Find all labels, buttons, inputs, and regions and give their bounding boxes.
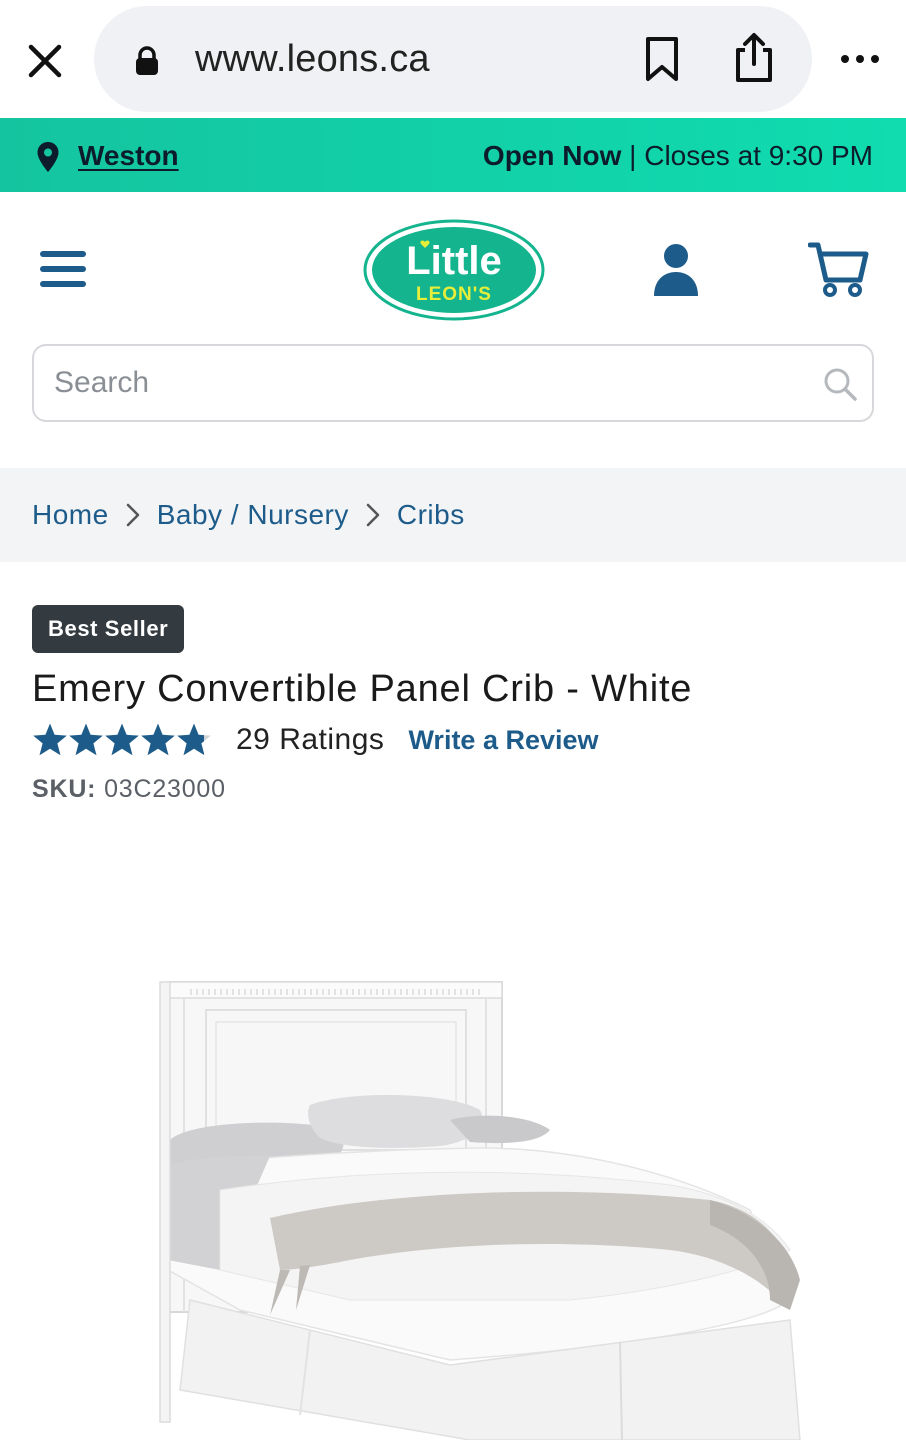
store-info-bar: Weston Open Now | Closes at 9:30 PM — [0, 118, 906, 192]
star-icon — [33, 723, 67, 756]
search-box[interactable] — [32, 344, 874, 422]
store-hours: Open Now | Closes at 9:30 PM — [483, 140, 873, 172]
breadcrumb-baby-nursery[interactable]: Baby / Nursery — [157, 499, 349, 531]
logo-wordmark: Little — [406, 239, 502, 283]
breadcrumb-cribs[interactable]: Cribs — [397, 499, 465, 531]
store-location-link[interactable]: Weston — [78, 140, 179, 172]
sku-value: 03C23000 — [104, 775, 226, 803]
bookmark-icon[interactable] — [642, 36, 682, 82]
sku-label: SKU: — [32, 775, 97, 803]
chevron-right-icon — [126, 503, 139, 527]
star-partial-icon — [177, 723, 211, 756]
search-input[interactable] — [54, 356, 814, 410]
open-status: Open Now — [482, 140, 622, 171]
rating-row: 29 Ratings Write a Review — [32, 720, 599, 760]
menu-icon[interactable] — [38, 248, 88, 290]
ratings-count[interactable]: 29 Ratings — [236, 723, 384, 757]
closing-time: Closes at 9:30 PM — [644, 140, 873, 171]
product-title: Emery Convertible Panel Crib - White — [32, 668, 693, 710]
browser-toolbar: www.leons.ca — [0, 0, 906, 118]
url-text[interactable]: www.leons.ca — [195, 38, 430, 81]
location-pin-icon — [37, 142, 59, 172]
breadcrumb-home[interactable]: Home — [32, 499, 109, 531]
sku: SKU: 03C23000 — [32, 775, 226, 804]
star-icon — [105, 723, 139, 756]
lock-icon — [136, 46, 158, 75]
logo-subtitle: LEON'S — [416, 284, 492, 305]
breadcrumb: Home Baby / Nursery Cribs — [0, 468, 906, 562]
search-icon[interactable] — [822, 366, 858, 402]
best-seller-badge: Best Seller — [32, 605, 185, 653]
write-review-link[interactable]: Write a Review — [408, 725, 598, 756]
share-icon[interactable] — [732, 32, 776, 84]
little-leons-logo[interactable]: Little LEON'S — [362, 218, 546, 322]
chevron-right-icon — [366, 503, 380, 527]
product-image[interactable] — [150, 970, 830, 1440]
close-icon[interactable] — [22, 38, 68, 84]
rating-stars[interactable] — [32, 722, 212, 758]
cart-icon[interactable] — [808, 240, 870, 298]
star-icon — [141, 723, 175, 756]
more-options-icon[interactable] — [838, 44, 882, 74]
star-icon — [69, 723, 103, 756]
hours-separator: | — [629, 140, 637, 171]
account-icon[interactable] — [652, 242, 700, 298]
